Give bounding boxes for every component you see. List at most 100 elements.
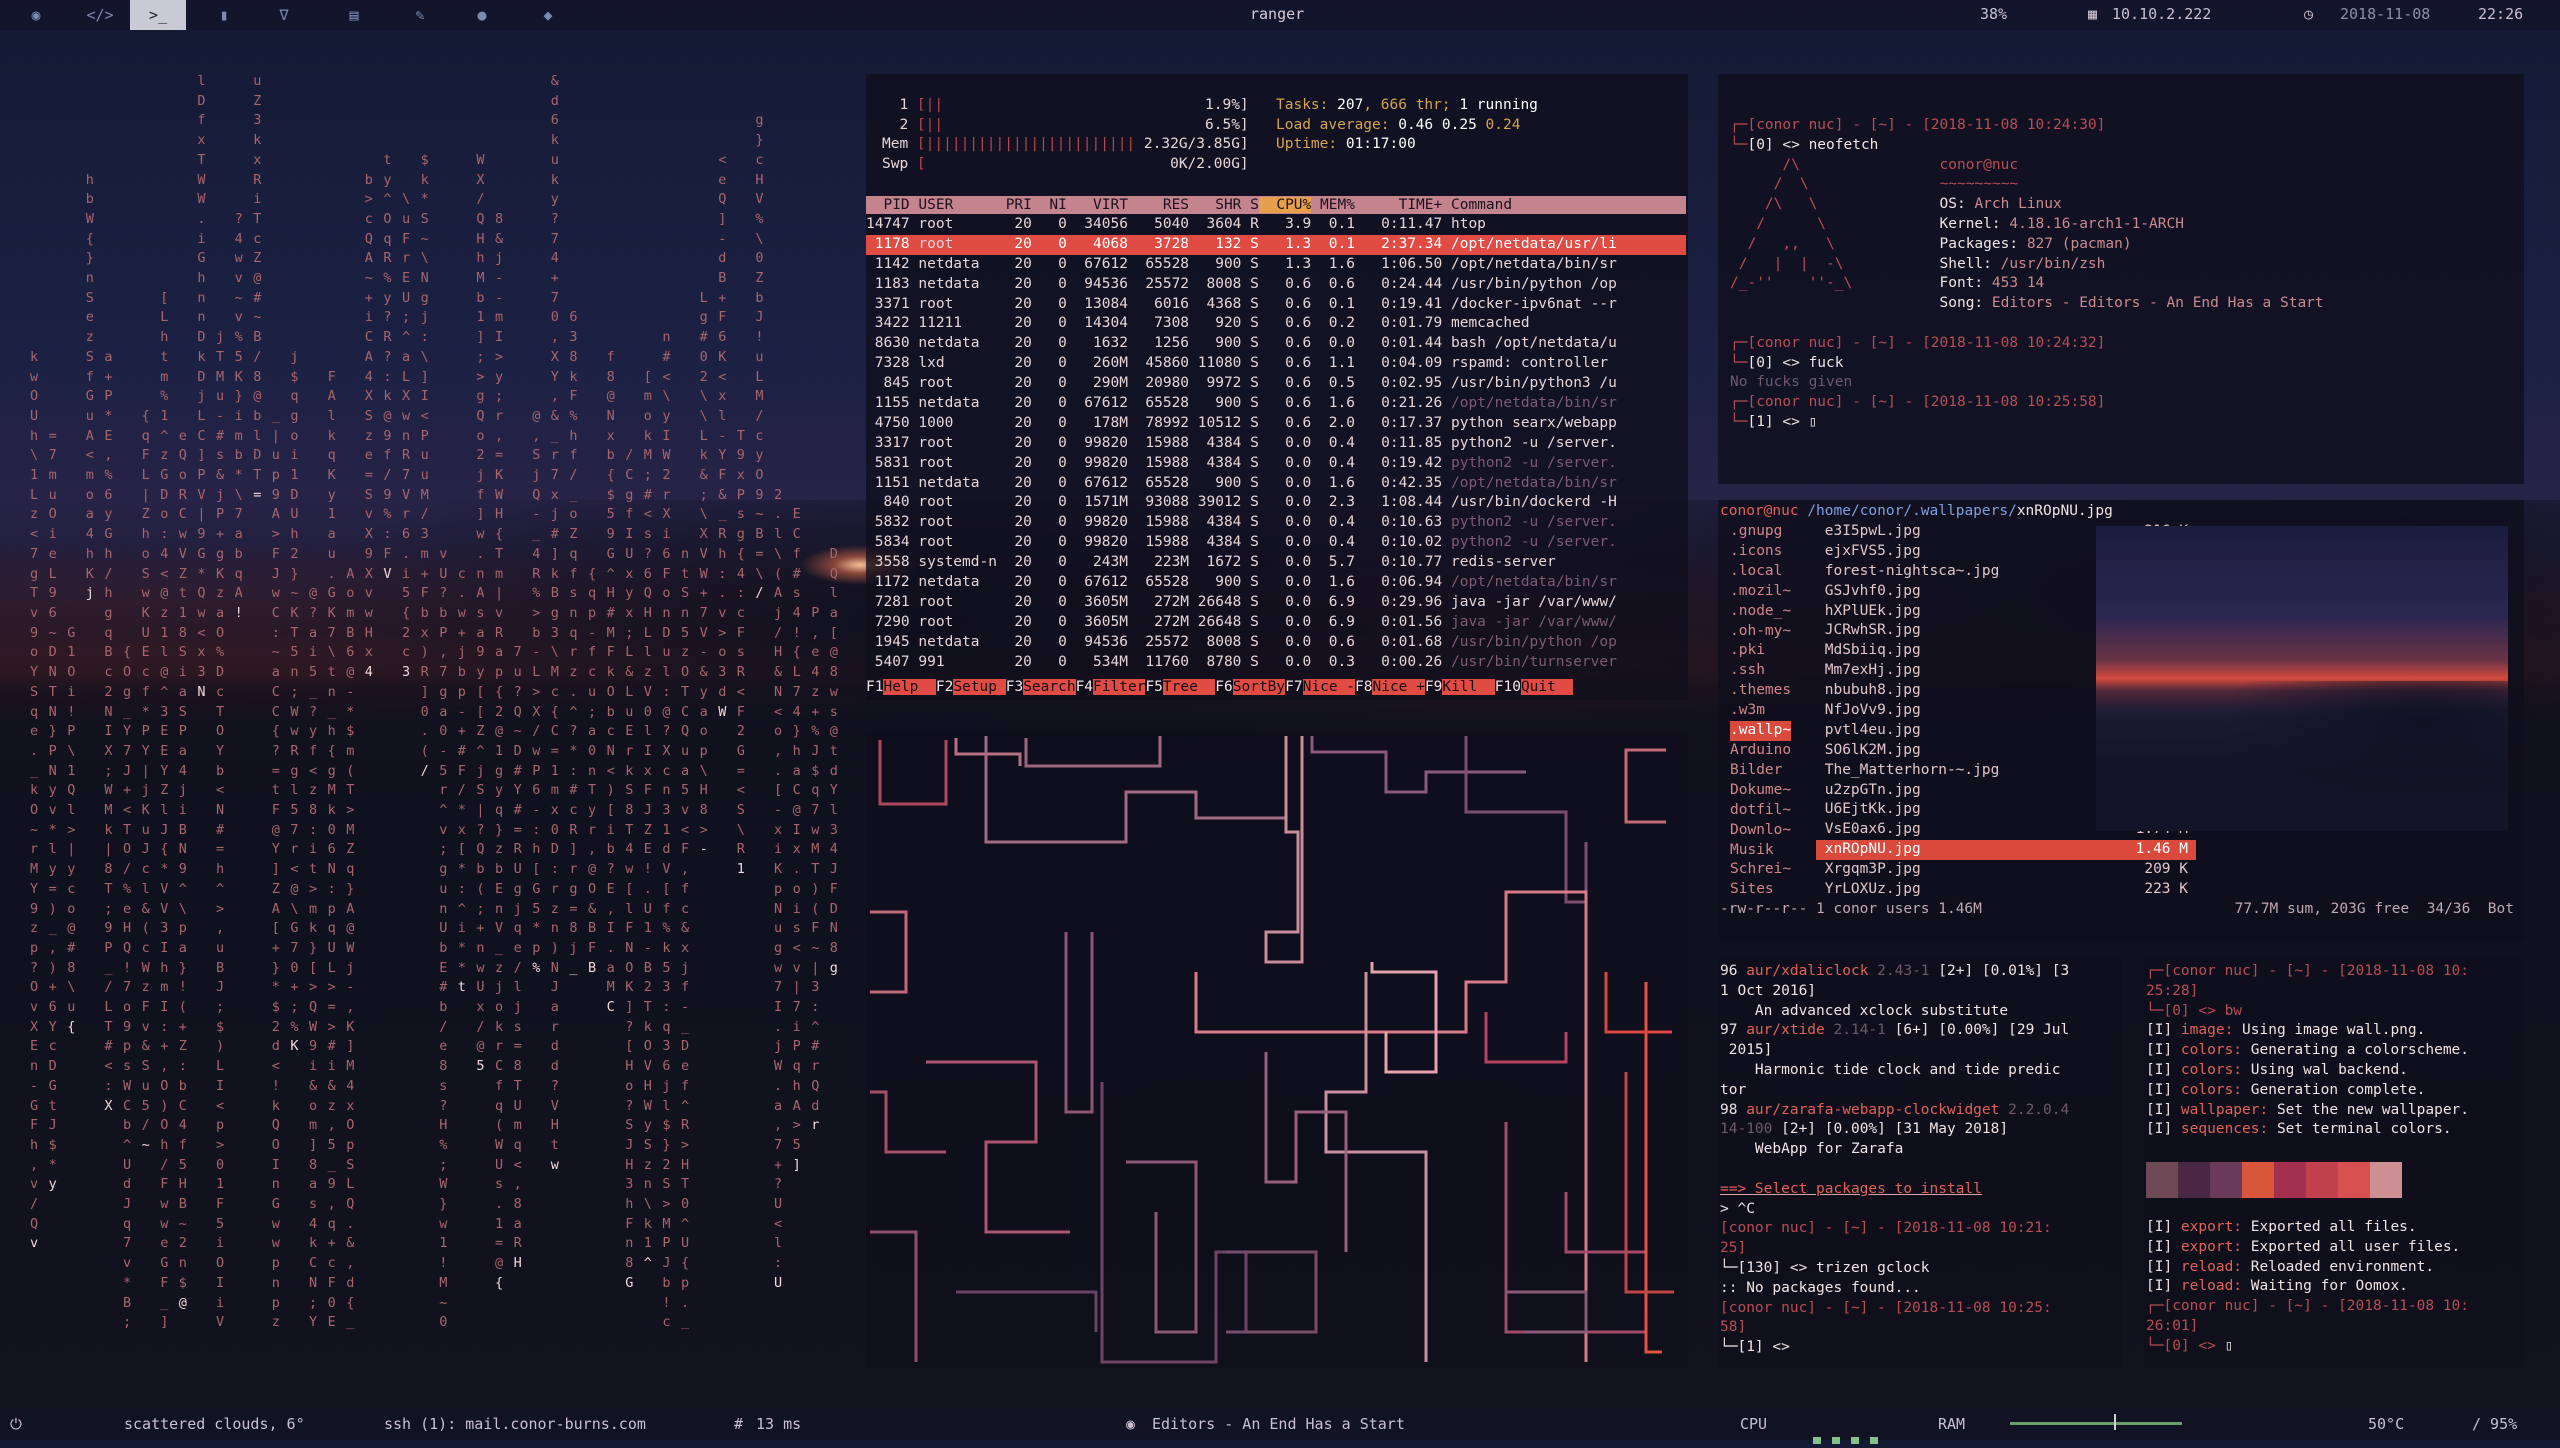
htop-process-row[interactable]: 4750 1000 20 0 178M 78992 10512 S 0.6 2.… xyxy=(866,414,1686,434)
fkey-f2[interactable]: F2 xyxy=(936,679,953,695)
htop-process-row[interactable]: 1945 netdata 20 0 94536 25572 8008 S 0.0… xyxy=(866,633,1686,653)
folder-icon[interactable]: ▮ xyxy=(196,0,252,30)
htop-process-row[interactable]: 1178 root 20 0 4068 3728 132 S 1.3 0.1 2… xyxy=(866,234,1686,255)
ranger-dir-item[interactable]: .icons xyxy=(1730,542,1791,562)
cmatrix-terminal[interactable]: k w O U h \ 1 L z < 7 g T v 9 o Y S q e … xyxy=(30,72,850,1352)
fkey-f10[interactable]: F10 xyxy=(1495,679,1521,695)
ranger-dir-item[interactable]: Schrei~ xyxy=(1730,860,1791,880)
fkey-label[interactable]: Nice - xyxy=(1302,679,1356,695)
htop-process-row[interactable]: 1155 netdata 20 0 67612 65528 900 S 0.6 … xyxy=(866,394,1686,414)
fkey-f6[interactable]: F6 xyxy=(1215,679,1232,695)
htop-col-user[interactable]: USER xyxy=(910,197,997,213)
ranger-dir-item[interactable]: .w3m xyxy=(1730,701,1791,721)
htop-col-command[interactable]: Command xyxy=(1442,197,1617,213)
htop-col-ni[interactable]: NI xyxy=(1032,197,1066,213)
fkey-label[interactable]: Nice + xyxy=(1372,679,1425,695)
ranger-dir-item[interactable]: .ssh xyxy=(1730,661,1791,681)
htop-process-row[interactable]: 1151 netdata 20 0 67612 65528 900 S 0.0 … xyxy=(866,474,1686,494)
fkey-f9[interactable]: F9 xyxy=(1425,679,1442,695)
pipes-terminal[interactable] xyxy=(866,732,1688,1368)
ranger-parent-column[interactable]: .gnupg .icons .local .mozil~ .node_~ .oh-my~.… xyxy=(1730,522,1792,900)
htop-process-row[interactable]: 7328 lxd 20 0 260M 45860 11080 S 0.6 1.1… xyxy=(866,354,1686,374)
htop-function-keys[interactable]: F1Help F2Setup F3SearchF4FilterF5Tree F6… xyxy=(866,678,1686,697)
ranger-file-item[interactable]: Xrgqm3P.jpg 209 K xyxy=(1816,860,2196,880)
ranger-dir-item[interactable]: .local xyxy=(1730,562,1791,582)
fkey-label[interactable]: Search xyxy=(1023,679,1076,695)
fkey-f8[interactable]: F8 xyxy=(1355,679,1372,695)
htop-col-mem[interactable]: MEM% xyxy=(1311,197,1355,213)
fkey-label[interactable]: Help xyxy=(883,679,936,695)
htop-process-row[interactable]: 3371 root 20 0 13084 6016 4368 S 0.6 0.1… xyxy=(866,295,1686,315)
fkey-f4[interactable]: F4 xyxy=(1076,679,1093,695)
htop-process-row[interactable]: 1142 netdata 20 0 67612 65528 900 S 1.3 … xyxy=(866,255,1686,275)
fkey-f3[interactable]: F3 xyxy=(1006,679,1023,695)
fkey-label[interactable]: Tree xyxy=(1162,679,1216,695)
ranger-file-item[interactable]: xnROpNU.jpg 1.46 M xyxy=(1816,840,2196,861)
wal-terminal[interactable]: ┌─[conor nuc] - [~] - [2018-11-08 10: 25… xyxy=(2144,958,2524,1368)
fkey-f7[interactable]: F7 xyxy=(1285,679,1302,695)
ranger-file-manager[interactable]: conor@nuc /home/conor/.wallpapers/xnROpN… xyxy=(1718,500,2524,940)
htop-col-time[interactable]: TIME+ xyxy=(1355,197,1443,213)
pen-icon[interactable]: ✎ xyxy=(392,0,448,30)
ranger-dir-item[interactable]: .gnupg xyxy=(1730,522,1791,542)
ranger-dir-item[interactable]: .mozil~ xyxy=(1730,582,1791,602)
power-icon[interactable]: ⏻ xyxy=(10,1415,22,1433)
ranger-dir-item[interactable]: .node_~ xyxy=(1730,602,1791,622)
htop-col-pri[interactable]: PRI xyxy=(997,197,1032,213)
htop-process-row[interactable]: 5832 root 20 0 99820 15988 4384 S 0.0 0.… xyxy=(866,513,1686,533)
htop-process-list[interactable]: 14747 root 20 0 34056 5040 3604 R 3.9 0.… xyxy=(866,215,1686,672)
trizen-terminal[interactable]: 96 aur/xdaliclock 2.43-1 [2+] [0.01%] [3… xyxy=(1718,958,2122,1368)
htop-process-row[interactable]: 1172 netdata 20 0 67612 65528 900 S 0.0 … xyxy=(866,573,1686,593)
htop-process-row[interactable]: 845 root 20 0 290M 20980 9972 S 0.6 0.5 … xyxy=(866,374,1686,394)
diamond-icon[interactable]: ◆ xyxy=(520,0,576,30)
htop-col-s[interactable]: S xyxy=(1241,197,1259,213)
htop-process-row[interactable]: 7281 root 20 0 3605M 272M 26648 S 0.0 6.… xyxy=(866,593,1686,613)
ranger-dir-item[interactable]: .oh-my~ xyxy=(1730,622,1791,642)
htop-col-cpu[interactable]: CPU% xyxy=(1258,197,1312,213)
fkey-f1[interactable]: F1 xyxy=(866,679,883,695)
fkey-label[interactable]: SortBy xyxy=(1232,679,1286,695)
htop-process-row[interactable]: 5831 root 20 0 99820 15988 4384 S 0.0 0.… xyxy=(866,454,1686,474)
flask-icon[interactable]: ∇ xyxy=(256,0,312,30)
htop-col-pid[interactable]: PID xyxy=(866,197,909,213)
terminal-icon[interactable]: >_ xyxy=(130,0,186,30)
ranger-dir-item[interactable]: .wallp~ xyxy=(1730,721,1792,741)
htop-process-row[interactable]: 5407 991 20 0 534M 11760 8780 S 0.0 0.3 … xyxy=(866,653,1686,673)
htop-process-row[interactable]: 3422 11211 20 0 14304 7308 920 S 0.6 0.2… xyxy=(866,314,1686,334)
now-playing[interactable]: Editors - An End Has a Start xyxy=(1152,1415,1405,1433)
ranger-dir-item[interactable]: .pki xyxy=(1730,641,1791,661)
htop-column-header[interactable]: PID USER PRI NI VIRT RES SHR S CPU% MEM%… xyxy=(866,196,1686,214)
htop-process-row[interactable]: 840 root 20 0 1571M 93088 39012 S 0.0 2.… xyxy=(866,493,1686,513)
htop-process-row[interactable]: 7290 root 20 0 3605M 272M 26648 S 0.0 6.… xyxy=(866,613,1686,633)
htop-process-row[interactable]: 14747 root 20 0 34056 5040 3604 R 3.9 0.… xyxy=(866,215,1686,235)
fkey-label[interactable]: Quit xyxy=(1520,679,1574,695)
volume-level[interactable]: 38% xyxy=(1980,5,2007,23)
arch-icon[interactable]: ◉ xyxy=(8,0,64,30)
fkey-f5[interactable]: F5 xyxy=(1145,679,1162,695)
fkey-label[interactable]: Kill xyxy=(1442,679,1495,695)
code-icon[interactable]: </> xyxy=(72,0,128,30)
ranger-dir-item[interactable]: Dokume~ xyxy=(1730,781,1791,801)
ranger-dir-item[interactable]: .themes xyxy=(1730,681,1791,701)
chat-icon[interactable]: ● xyxy=(454,0,510,30)
htop-process-row[interactable]: 3558 systemd-n 20 0 243M 223M 1672 S 0.0… xyxy=(866,553,1686,573)
fkey-label[interactable]: Filter xyxy=(1093,679,1146,695)
htop-process-row[interactable]: 3317 root 20 0 99820 15988 4384 S 0.0 0.… xyxy=(866,434,1686,454)
htop-terminal[interactable]: 1 [|| 1.9%] 2 [|| 6.5%] Mem [||||||||||||… xyxy=(866,74,1688,700)
chart-icon[interactable]: ▤ xyxy=(326,0,382,30)
ranger-dir-item[interactable]: dotfil~ xyxy=(1730,801,1791,821)
ranger-dir-item[interactable]: Bilder xyxy=(1730,761,1791,781)
fkey-label[interactable]: Setup xyxy=(953,679,1006,695)
htop-process-row[interactable]: 5834 root 20 0 99820 15988 4384 S 0.0 0.… xyxy=(866,533,1686,553)
htop-col-shr[interactable]: SHR xyxy=(1189,197,1241,213)
htop-process-row[interactable]: 1183 netdata 20 0 94536 25572 8008 S 0.6… xyxy=(866,275,1686,295)
htop-process-row[interactable]: 8630 netdata 20 0 1632 1256 900 S 0.6 0.… xyxy=(866,334,1686,354)
ranger-dir-item[interactable]: Arduino xyxy=(1730,741,1791,761)
ranger-dir-item[interactable]: Musik xyxy=(1730,841,1791,861)
ranger-dir-item[interactable]: Sites xyxy=(1730,880,1791,900)
ranger-file-item[interactable]: YrLOXUz.jpg 223 K xyxy=(1816,880,2196,900)
htop-col-res[interactable]: RES xyxy=(1128,197,1189,213)
htop-col-virt[interactable]: VIRT xyxy=(1067,197,1128,213)
ranger-dir-item[interactable]: Downlo~ xyxy=(1730,821,1791,841)
neofetch-terminal[interactable]: ┌─[conor nuc] - [~] - [2018-11-08 10:24:… xyxy=(1718,74,2524,484)
